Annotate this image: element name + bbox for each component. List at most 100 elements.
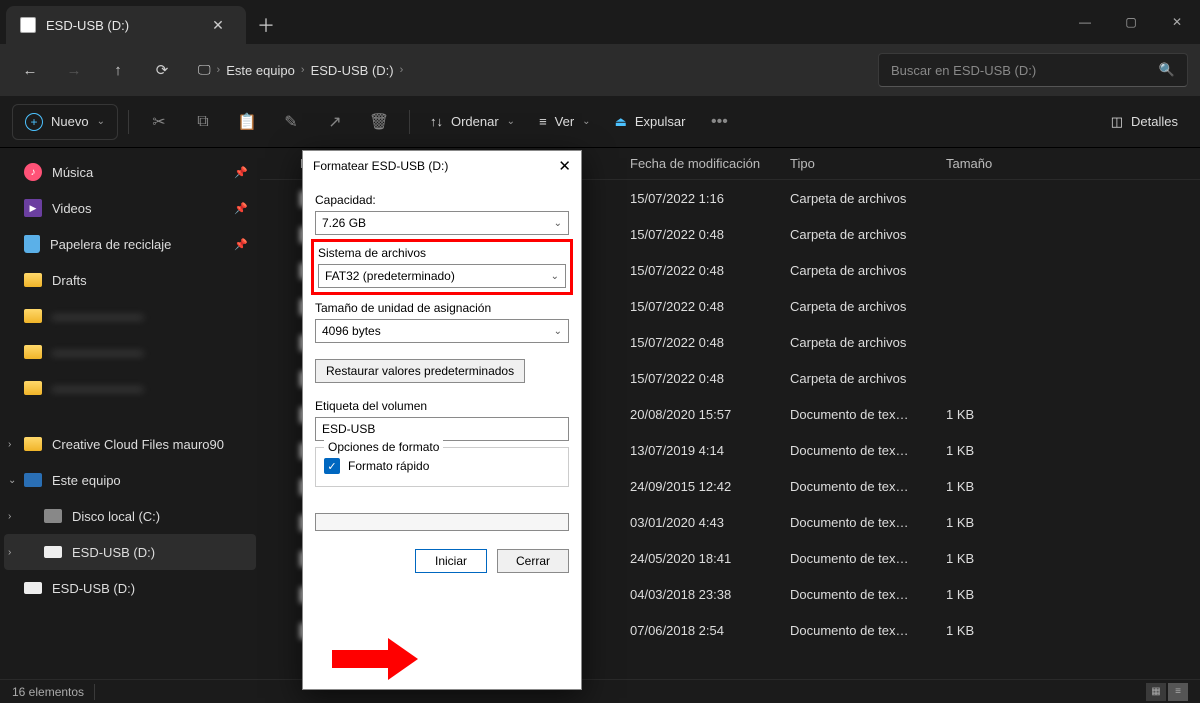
expand-icon[interactable]: › xyxy=(8,547,11,558)
format-options-legend: Opciones de formato xyxy=(324,440,443,454)
expand-icon[interactable]: ⌄ xyxy=(8,475,16,486)
file-type: Documento de tex… xyxy=(790,443,946,458)
sidebar-tree-item[interactable]: › Creative Cloud Files mauro90 xyxy=(4,426,256,462)
sidebar-item[interactable]: ♪Música📌 xyxy=(4,154,256,190)
view-button[interactable]: ≡ Ver ⌄ xyxy=(529,104,601,140)
details-pane-button[interactable]: ◫ Detalles xyxy=(1101,104,1188,140)
minimize-icon[interactable]: ― xyxy=(1062,0,1108,44)
file-date: 24/05/2020 18:41 xyxy=(630,551,790,566)
cut-button[interactable]: ✂ xyxy=(139,104,179,140)
sidebar-tree-item[interactable]: ⌄Este equipo xyxy=(4,462,256,498)
breadcrumb[interactable]: 🖵 › Este equipo › ESD-USB (D:) › xyxy=(188,62,870,78)
new-button[interactable]: + Nuevo ⌄ xyxy=(12,104,118,140)
allocation-select[interactable]: 4096 bytes ⌄ xyxy=(315,319,569,343)
file-date: 15/07/2022 0:48 xyxy=(630,371,790,386)
breadcrumb-item[interactable]: Este equipo xyxy=(226,63,295,78)
file-date: 24/09/2015 12:42 xyxy=(630,479,790,494)
dialog-titlebar[interactable]: Formatear ESD-USB (D:) ✕ xyxy=(303,151,581,181)
more-button[interactable]: ••• xyxy=(699,104,739,140)
expand-icon[interactable]: › xyxy=(8,511,11,522)
folder-icon xyxy=(24,345,42,359)
file-size: 1 KB xyxy=(946,587,1026,602)
sidebar-item-label: Disco local (C:) xyxy=(72,509,160,524)
view-details-button[interactable]: ≡ xyxy=(1168,683,1188,701)
rename-button[interactable]: ✎ xyxy=(271,104,311,140)
file-size: 1 KB xyxy=(946,515,1026,530)
file-type: Carpeta de archivos xyxy=(790,371,946,386)
close-icon[interactable]: ✕ xyxy=(1154,0,1200,44)
copy-button[interactable]: ⧉ xyxy=(183,104,223,140)
chevron-right-icon: › xyxy=(400,64,404,76)
search-placeholder: Buscar en ESD-USB (D:) xyxy=(891,63,1036,78)
search-input[interactable]: Buscar en ESD-USB (D:) 🔍 xyxy=(878,53,1188,87)
music-icon: ♪ xyxy=(24,163,42,181)
sidebar-item[interactable]: ——————— xyxy=(4,298,256,334)
format-dialog: Formatear ESD-USB (D:) ✕ Capacidad: 7.26… xyxy=(302,150,582,690)
share-button[interactable]: ↗ xyxy=(315,104,355,140)
filesystem-select[interactable]: FAT32 (predeterminado) ⌄ xyxy=(318,264,566,288)
chevron-down-icon: ⌄ xyxy=(507,116,515,127)
sidebar-item-label: Drafts xyxy=(52,273,87,288)
folder-icon xyxy=(24,437,42,451)
sidebar-item-label: ESD-USB (D:) xyxy=(72,545,155,560)
pin-icon: 📌 xyxy=(234,202,248,215)
toolbar: + Nuevo ⌄ ✂ ⧉ 📋 ✎ ↗ 🗑 ↑↓ Ordenar ⌄ ≡ Ver… xyxy=(0,96,1200,148)
sidebar-item[interactable]: Drafts xyxy=(4,262,256,298)
file-size: 1 KB xyxy=(946,479,1026,494)
start-button[interactable]: Iniciar xyxy=(415,549,487,573)
maximize-icon[interactable]: ▢ xyxy=(1108,0,1154,44)
hdd-icon xyxy=(44,509,62,523)
search-icon: 🔍 xyxy=(1159,62,1175,78)
sidebar-item[interactable]: Papelera de reciclaje📌 xyxy=(4,226,256,262)
folder-icon xyxy=(24,309,42,323)
titlebar: ESD-USB (D:) ✕ ＋ ― ▢ ✕ xyxy=(0,0,1200,44)
monitor-icon: 🖵 xyxy=(198,62,211,78)
sidebar-tree-item[interactable]: › ESD-USB (D:) xyxy=(4,534,256,570)
sidebar-item-label: ESD-USB (D:) xyxy=(52,581,135,596)
col-date[interactable]: Fecha de modificación xyxy=(630,156,790,171)
tab-close-icon[interactable]: ✕ xyxy=(206,17,230,34)
file-type: Carpeta de archivos xyxy=(790,299,946,314)
sidebar-tree-item[interactable]: ESD-USB (D:) xyxy=(4,570,256,606)
volume-label-input[interactable] xyxy=(315,417,569,441)
check-icon: ✓ xyxy=(324,458,340,474)
eject-icon: ⏏ xyxy=(615,114,627,130)
view-thumbnails-button[interactable]: ▦ xyxy=(1146,683,1166,701)
capacity-select[interactable]: 7.26 GB ⌄ xyxy=(315,211,569,235)
eject-button[interactable]: ⏏ Expulsar xyxy=(605,104,696,140)
dialog-close-icon[interactable]: ✕ xyxy=(558,157,571,175)
restore-defaults-button[interactable]: Restaurar valores predeterminados xyxy=(315,359,525,383)
up-button[interactable]: ↑ xyxy=(100,52,136,88)
file-date: 15/07/2022 0:48 xyxy=(630,263,790,278)
progress-bar xyxy=(315,513,569,531)
sidebar-item[interactable]: ——————— xyxy=(4,370,256,406)
file-date: 15/07/2022 1:16 xyxy=(630,191,790,206)
new-tab-button[interactable]: ＋ xyxy=(246,6,286,44)
file-type: Carpeta de archivos xyxy=(790,263,946,278)
sidebar: ♪Música📌▶Videos📌Papelera de reciclaje📌Dr… xyxy=(0,148,260,679)
col-type[interactable]: Tipo xyxy=(790,156,946,171)
close-button[interactable]: Cerrar xyxy=(497,549,569,573)
file-type: Documento de tex… xyxy=(790,479,946,494)
paste-button[interactable]: 📋 xyxy=(227,104,267,140)
col-size[interactable]: Tamaño xyxy=(946,156,1026,171)
sort-button[interactable]: ↑↓ Ordenar ⌄ xyxy=(420,104,525,140)
active-tab[interactable]: ESD-USB (D:) ✕ xyxy=(6,6,246,44)
forward-button[interactable]: → xyxy=(56,52,92,88)
breadcrumb-item[interactable]: ESD-USB (D:) xyxy=(311,63,394,78)
delete-button[interactable]: 🗑 xyxy=(359,104,399,140)
sidebar-item[interactable]: ——————— xyxy=(4,334,256,370)
expand-icon[interactable]: › xyxy=(8,439,11,450)
file-type: Carpeta de archivos xyxy=(790,227,946,242)
file-type: Documento de tex… xyxy=(790,515,946,530)
sidebar-tree-item[interactable]: › Disco local (C:) xyxy=(4,498,256,534)
back-button[interactable]: ← xyxy=(12,52,48,88)
file-size: 1 KB xyxy=(946,407,1026,422)
sidebar-item-label: Papelera de reciclaje xyxy=(50,237,171,252)
sidebar-item[interactable]: ▶Videos📌 xyxy=(4,190,256,226)
video-icon: ▶ xyxy=(24,199,42,217)
sidebar-item-label: Creative Cloud Files mauro90 xyxy=(52,437,224,452)
refresh-button[interactable]: ⟳ xyxy=(144,52,180,88)
file-size: 1 KB xyxy=(946,623,1026,638)
quick-format-checkbox[interactable]: ✓ Formato rápido xyxy=(324,458,560,474)
